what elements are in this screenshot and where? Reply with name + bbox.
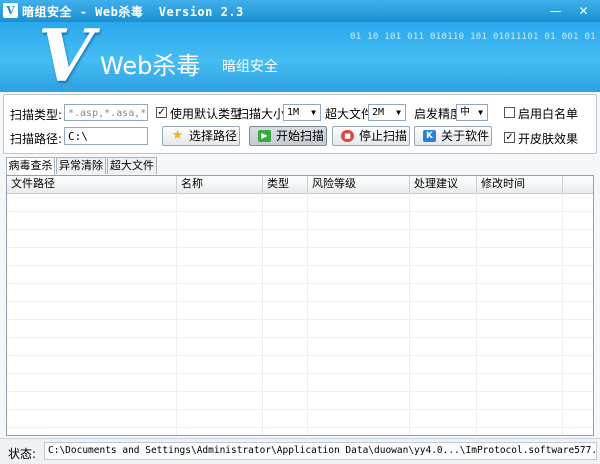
stop-scan-label: 停止扫描 — [359, 129, 408, 143]
grid-row-line — [7, 391, 593, 392]
start-scan-button[interactable]: ▶ 开始扫描 — [249, 126, 327, 146]
table-header: 文件路径 名称 类型 风险等级 处理建议 修改时间 — [7, 176, 593, 194]
tab-anomaly-clean[interactable]: 异常清除 — [56, 157, 106, 174]
column-name[interactable]: 名称 — [177, 176, 263, 193]
header-banner: 01 10 101 011 010110 101 01011101 01 001… — [0, 22, 600, 92]
skin-effect-checkbox[interactable]: ✓ — [504, 132, 515, 143]
status-bar: 状态: C:\Documents and Settings\Administra… — [0, 438, 600, 464]
play-icon: ▶ — [258, 130, 271, 142]
about-label: 关于软件 — [441, 129, 490, 143]
main-window: V 暗组安全 - Web杀毒 Version 2.3 — ✕ 01 10 101… — [0, 0, 600, 464]
choose-path-button[interactable]: ★ 选择路径 — [162, 126, 240, 146]
grid-row-line — [7, 319, 593, 320]
grid-row-line — [7, 283, 593, 284]
status-label: 状态: — [8, 447, 37, 461]
close-button[interactable]: ✕ — [576, 4, 591, 18]
grid-row-line — [7, 265, 593, 266]
whitelist-label: 启用白名单 — [518, 107, 579, 121]
star-icon: ★ — [171, 128, 184, 143]
grid-row-line — [7, 373, 593, 374]
use-default-type-label: 使用默认类型 — [170, 107, 243, 121]
tab-virus-scan[interactable]: 病毒查杀 — [6, 157, 55, 175]
grid-row-line — [7, 427, 593, 428]
scan-path-input[interactable]: C:\ — [64, 127, 148, 145]
options-panel: 扫描类型: *.asp,*.asa,*.a ✓ 使用默认类型 扫描大小 1M ▼… — [3, 94, 597, 154]
chevron-down-icon: ▼ — [311, 108, 316, 117]
binary-decoration: 01 10 101 011 010110 101 01011101 01 001… — [350, 32, 596, 42]
scan-size-select[interactable]: 1M ▼ — [283, 104, 321, 121]
large-file-value: 2M — [372, 107, 385, 118]
info-icon: K — [423, 130, 436, 142]
stop-icon: ■ — [341, 130, 354, 142]
results-table[interactable]: 文件路径 名称 类型 风险等级 处理建议 修改时间 — [6, 175, 594, 436]
heuristic-select[interactable]: 中 ▼ — [456, 104, 488, 121]
grid-row-line — [7, 247, 593, 248]
app-logo-icon: V — [3, 3, 18, 18]
grid-row-line — [7, 409, 593, 410]
column-modified-time[interactable]: 修改时间 — [477, 176, 563, 193]
scan-type-label: 扫描类型: — [10, 108, 63, 122]
start-scan-label: 开始扫描 — [276, 129, 325, 143]
column-type[interactable]: 类型 — [263, 176, 308, 193]
grid-row-line — [7, 229, 593, 230]
column-suggestion[interactable]: 处理建议 — [410, 176, 477, 193]
scan-path-label: 扫描路径: — [10, 132, 63, 146]
scan-size-label: 扫描大小 — [237, 107, 286, 121]
column-risk-level[interactable]: 风险等级 — [308, 176, 410, 193]
use-default-type-checkbox[interactable]: ✓ — [156, 107, 167, 118]
status-text: C:\Documents and Settings\Administrator\… — [44, 442, 597, 460]
minimize-button[interactable]: — — [548, 4, 563, 18]
skin-effect-label: 开皮肤效果 — [518, 132, 579, 146]
stop-scan-button[interactable]: ■ 停止扫描 — [332, 126, 410, 146]
scan-type-input[interactable]: *.asp,*.asa,*.a — [64, 104, 148, 121]
heuristic-value: 中 — [460, 107, 470, 118]
large-file-select[interactable]: 2M ▼ — [368, 104, 406, 121]
logo-title: Web杀毒 — [100, 52, 201, 80]
grid-row-line — [7, 211, 593, 212]
chevron-down-icon: ▼ — [478, 108, 483, 117]
large-file-label: 超大文件 — [325, 107, 374, 121]
window-title: 暗组安全 - Web杀毒 Version 2.3 — [22, 5, 244, 19]
logo-v-icon: V — [38, 22, 94, 92]
grid-row-line — [7, 355, 593, 356]
column-filler — [563, 176, 593, 193]
chevron-down-icon: ▼ — [396, 108, 401, 117]
choose-path-label: 选择路径 — [189, 129, 238, 143]
whitelist-checkbox[interactable] — [504, 107, 515, 118]
title-bar[interactable]: V 暗组安全 - Web杀毒 Version 2.3 — ✕ — [0, 0, 600, 22]
about-button[interactable]: K 关于软件 — [414, 126, 492, 146]
grid-row-line — [7, 337, 593, 338]
grid-row-line — [7, 301, 593, 302]
scan-size-value: 1M — [287, 107, 300, 118]
tab-large-files[interactable]: 超大文件 — [107, 157, 157, 174]
logo-subtitle: 暗组安全 — [222, 59, 278, 75]
heuristic-label: 启发精度 — [414, 107, 463, 121]
column-file-path[interactable]: 文件路径 — [7, 176, 177, 193]
